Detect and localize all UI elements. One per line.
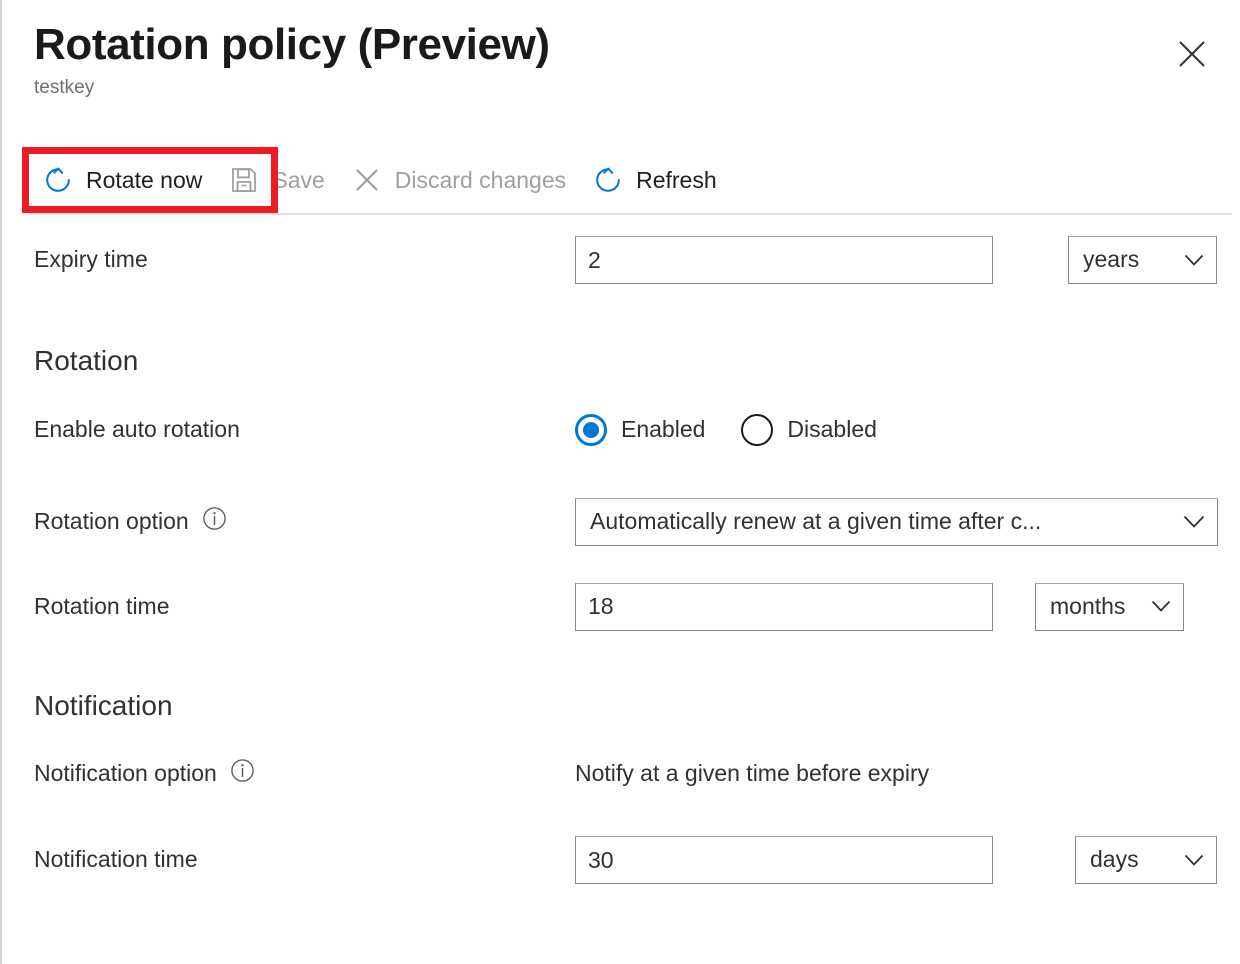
- rotation-option-label: Rotation option: [34, 506, 575, 538]
- save-label: Save: [272, 169, 324, 192]
- rotation-time-unit-value: months: [1050, 593, 1125, 621]
- save-button[interactable]: Save: [216, 155, 338, 205]
- rotation-section-heading: Rotation: [2, 344, 1240, 378]
- rotation-time-row: Rotation time months: [2, 583, 1240, 631]
- refresh-circular-arrow-icon: [42, 164, 74, 196]
- rotation-time-label: Rotation time: [34, 593, 575, 621]
- radio-label-enabled: Enabled: [621, 416, 705, 444]
- radio-label-disabled: Disabled: [787, 416, 877, 444]
- radio-mark-enabled: [575, 414, 607, 446]
- chevron-down-icon: [1151, 600, 1171, 613]
- rotation-time-unit-dropdown[interactable]: months: [1035, 583, 1184, 631]
- enable-auto-rotation-label: Enable auto rotation: [34, 416, 575, 444]
- rotate-now-label: Rotate now: [86, 169, 202, 192]
- toolbar-divider: [30, 213, 1232, 215]
- notification-time-unit-value: days: [1090, 846, 1139, 874]
- rotation-time-input[interactable]: [575, 583, 993, 631]
- rotation-option-row: Rotation option Automatically renew at a…: [2, 498, 1240, 546]
- refresh-button[interactable]: Refresh: [580, 155, 731, 205]
- discard-changes-button[interactable]: Discard changes: [339, 155, 580, 205]
- notification-option-value: Notify at a given time before expiry: [575, 760, 929, 788]
- notification-option-label: Notification option: [34, 758, 575, 790]
- floppy-disk-save-icon: [228, 164, 260, 196]
- policy-form: Expiry time years Rotation Enable auto r…: [2, 228, 1240, 884]
- enable-auto-rotation-radio-group: Enabled Disabled: [575, 414, 877, 446]
- expiry-time-unit-dropdown[interactable]: years: [1068, 236, 1217, 284]
- close-blade-button[interactable]: [1170, 32, 1214, 76]
- rotation-policy-blade: Rotation policy (Preview) testkey Rotate…: [0, 0, 1240, 964]
- expiry-time-row: Expiry time years: [2, 228, 1240, 292]
- discard-changes-label: Discard changes: [395, 169, 566, 192]
- radio-option-disabled[interactable]: Disabled: [741, 414, 877, 446]
- expiry-time-input[interactable]: [575, 236, 993, 284]
- chevron-down-icon: [1183, 515, 1205, 529]
- notification-section-heading: Notification: [2, 689, 1240, 723]
- blade-header: Rotation policy (Preview) testkey: [34, 20, 1210, 99]
- info-circle-icon[interactable]: [202, 506, 227, 538]
- refresh-circular-arrow-icon: [592, 164, 624, 196]
- chevron-down-icon: [1184, 854, 1204, 867]
- notification-option-row: Notification option Notify at a given ti…: [2, 754, 1240, 794]
- radio-option-enabled[interactable]: Enabled: [575, 414, 705, 446]
- enable-auto-rotation-row: Enable auto rotation Enabled Disabled: [2, 408, 1240, 452]
- rotate-now-button[interactable]: Rotate now: [30, 155, 216, 205]
- rotation-option-label-text: Rotation option: [34, 508, 189, 536]
- radio-mark-disabled: [741, 414, 773, 446]
- expiry-time-label: Expiry time: [34, 246, 575, 274]
- close-icon: [1177, 39, 1207, 69]
- notification-time-input[interactable]: [575, 836, 993, 884]
- page-subtitle: testkey: [34, 77, 1210, 100]
- command-toolbar: Rotate now Save Discard changes: [30, 155, 731, 205]
- notification-time-unit-dropdown[interactable]: days: [1075, 836, 1217, 884]
- rotation-option-dropdown[interactable]: Automatically renew at a given time afte…: [575, 498, 1218, 546]
- rotation-option-value: Automatically renew at a given time afte…: [590, 508, 1041, 536]
- page-title: Rotation policy (Preview): [34, 20, 1210, 71]
- notification-time-label: Notification time: [34, 846, 575, 874]
- info-circle-icon[interactable]: [230, 758, 255, 790]
- notification-time-row: Notification time days: [2, 836, 1240, 884]
- chevron-down-icon: [1184, 254, 1204, 267]
- notification-option-label-text: Notification option: [34, 760, 217, 788]
- expiry-time-unit-value: years: [1083, 246, 1139, 274]
- refresh-label: Refresh: [636, 169, 717, 192]
- x-cross-icon: [351, 164, 383, 196]
